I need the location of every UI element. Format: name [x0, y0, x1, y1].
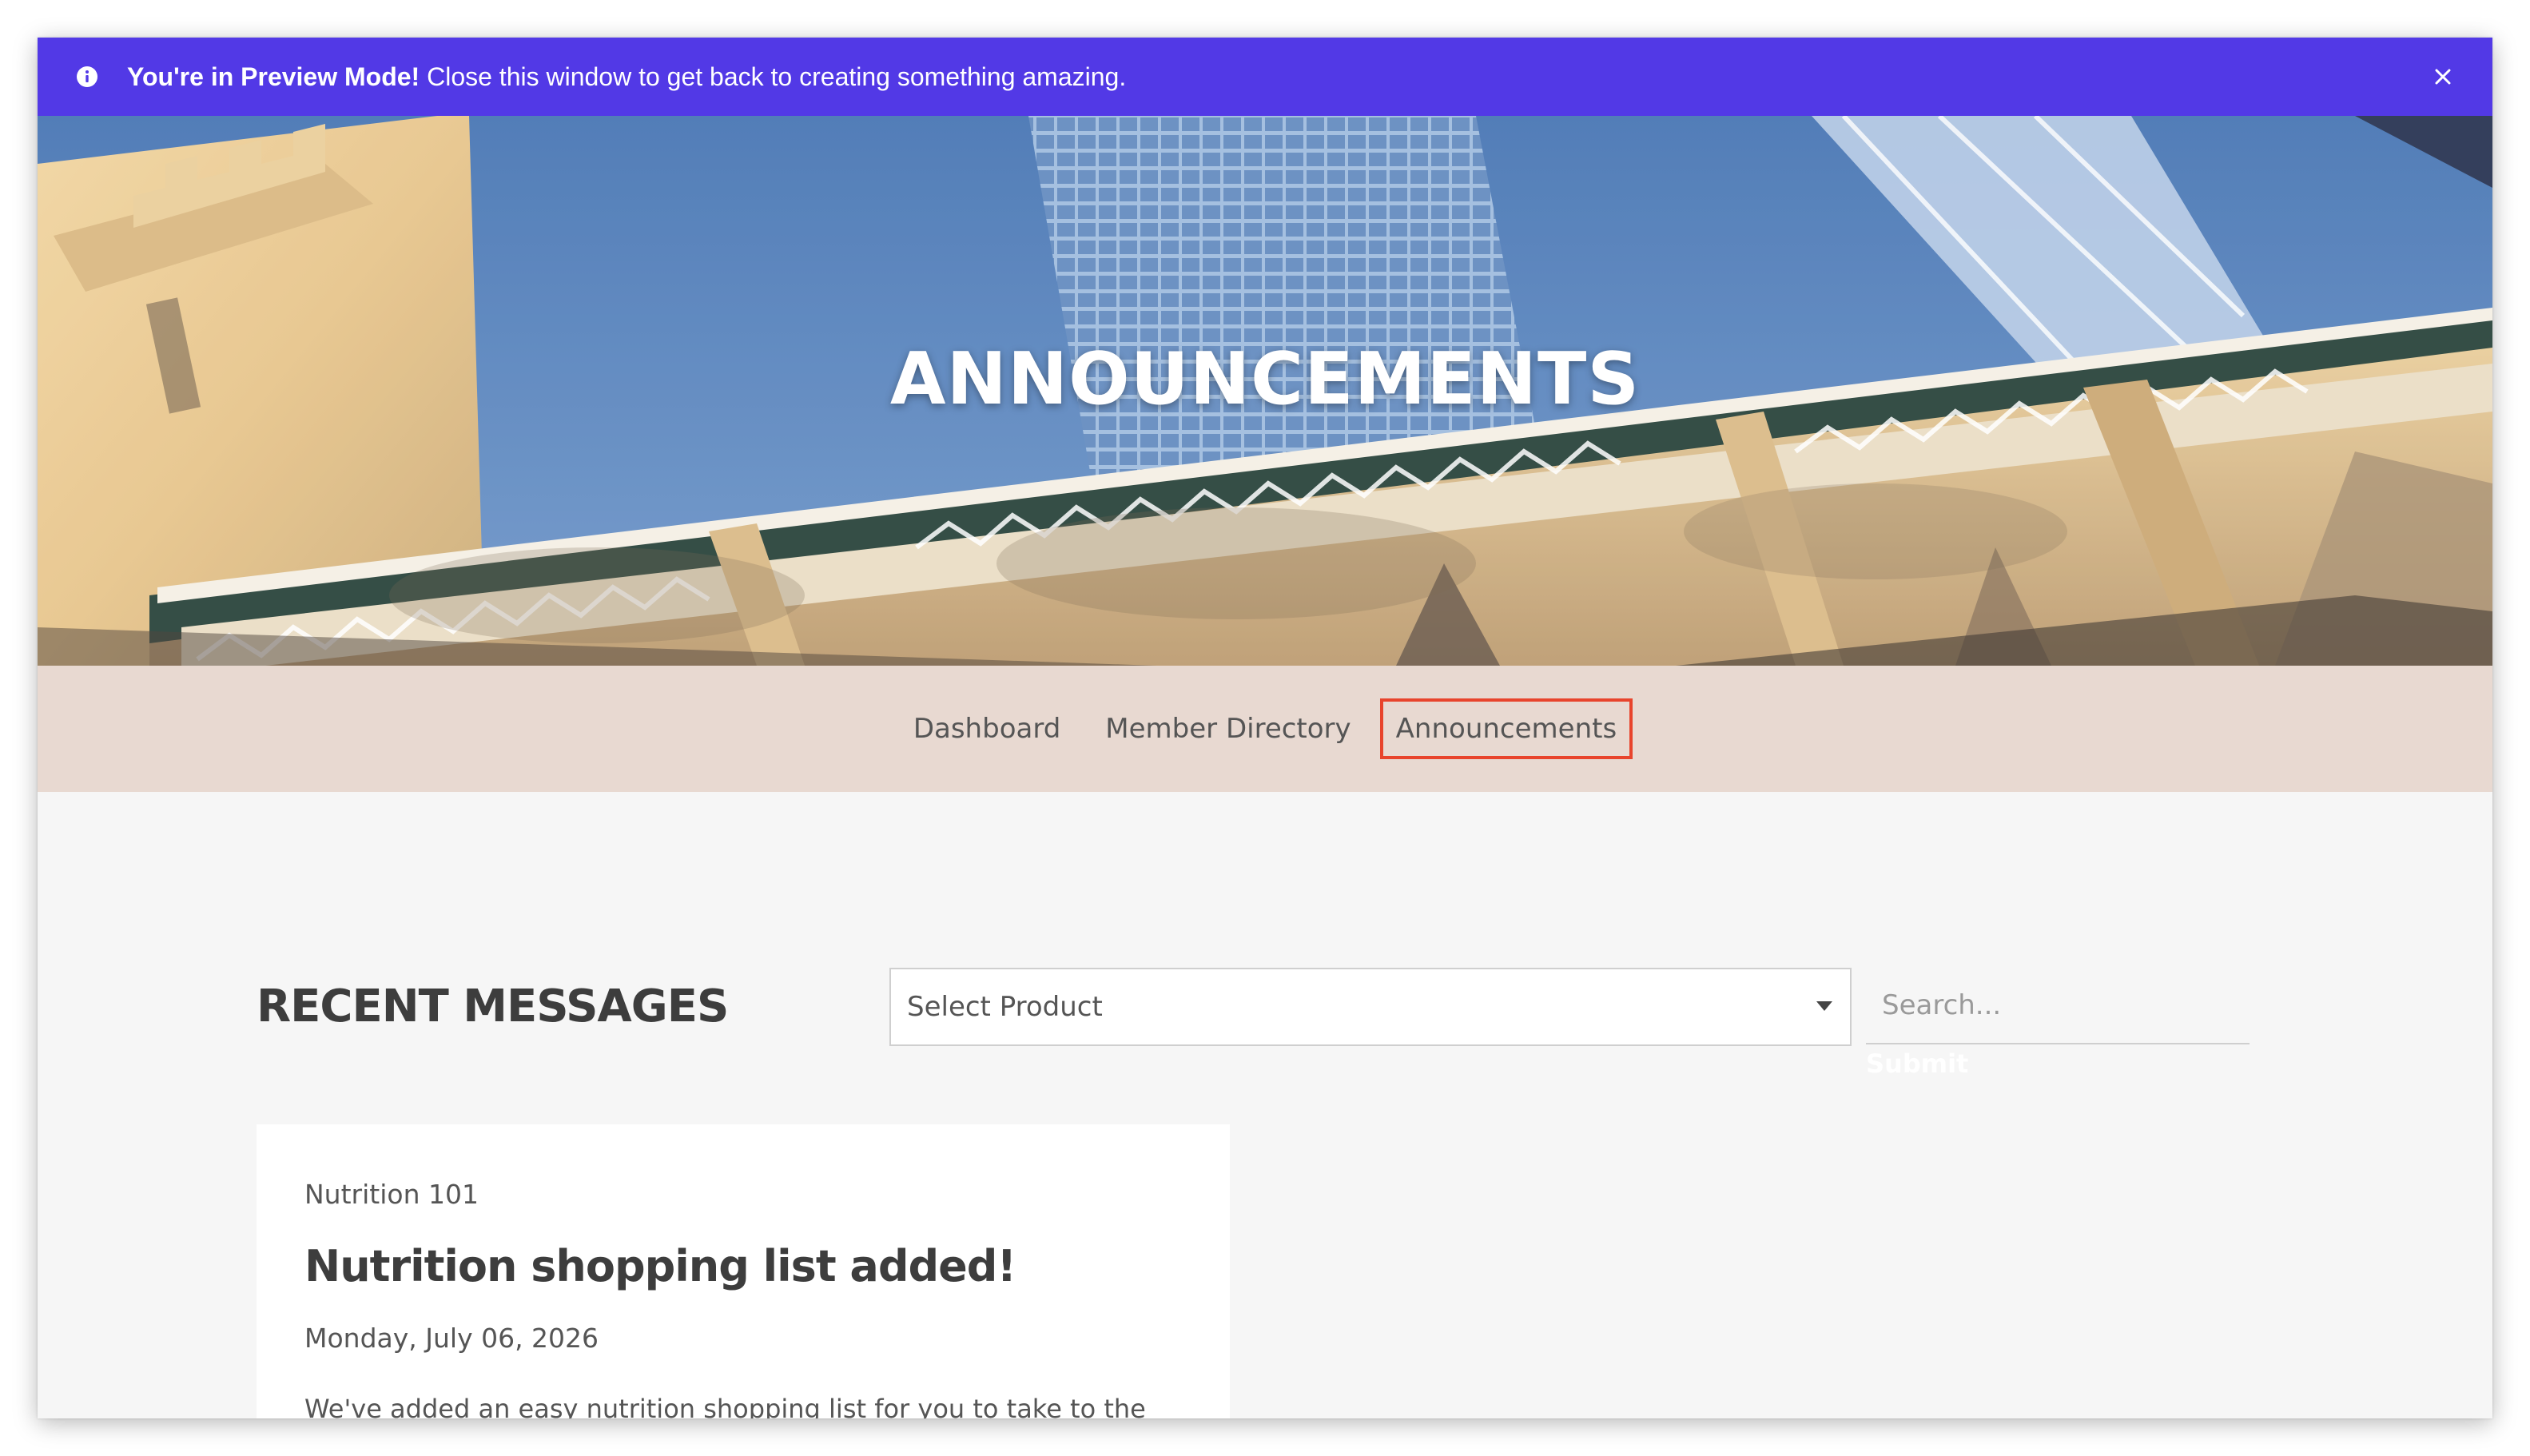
preview-mode-banner: You're in Preview Mode! Close this windo…: [38, 38, 2492, 116]
preview-mode-message: You're in Preview Mode! Close this windo…: [127, 38, 1126, 116]
message-date: Monday, July 06, 2026: [304, 1323, 599, 1354]
info-icon: [77, 66, 97, 87]
message-title[interactable]: Nutrition shopping list added!: [304, 1241, 1016, 1291]
nav-item-announcements[interactable]: Announcements: [1379, 698, 1633, 759]
nav-item-dashboard[interactable]: Dashboard: [897, 698, 1076, 759]
page-title: ANNOUNCEMENTS: [889, 337, 1641, 421]
preview-mode-label: You're in Preview Mode!: [127, 62, 420, 91]
product-select[interactable]: Select Product: [889, 968, 1852, 1046]
message-category: Nutrition 101: [304, 1179, 479, 1210]
preview-mode-description: Close this window to get back to creatin…: [427, 62, 1127, 91]
search-submit-button[interactable]: Submit: [1866, 1046, 1968, 1081]
message-excerpt: We've added an easy nutrition shopping l…: [304, 1394, 1146, 1418]
main-navigation: Dashboard Member Directory Announcements: [38, 666, 2492, 792]
caret-down-icon: [1816, 1001, 1832, 1011]
close-icon[interactable]: [2429, 62, 2457, 91]
message-card[interactable]: Nutrition 101 Nutrition shopping list ad…: [257, 1124, 1230, 1418]
hero-banner: ANNOUNCEMENTS: [38, 116, 2492, 666]
search-input[interactable]: [1866, 968, 2250, 1044]
browser-window: You're in Preview Mode! Close this windo…: [38, 38, 2492, 1418]
section-title: RECENT MESSAGES: [257, 981, 729, 1032]
nav-item-member-directory[interactable]: Member Directory: [1089, 698, 1366, 759]
product-select-value: Select Product: [907, 991, 1103, 1023]
